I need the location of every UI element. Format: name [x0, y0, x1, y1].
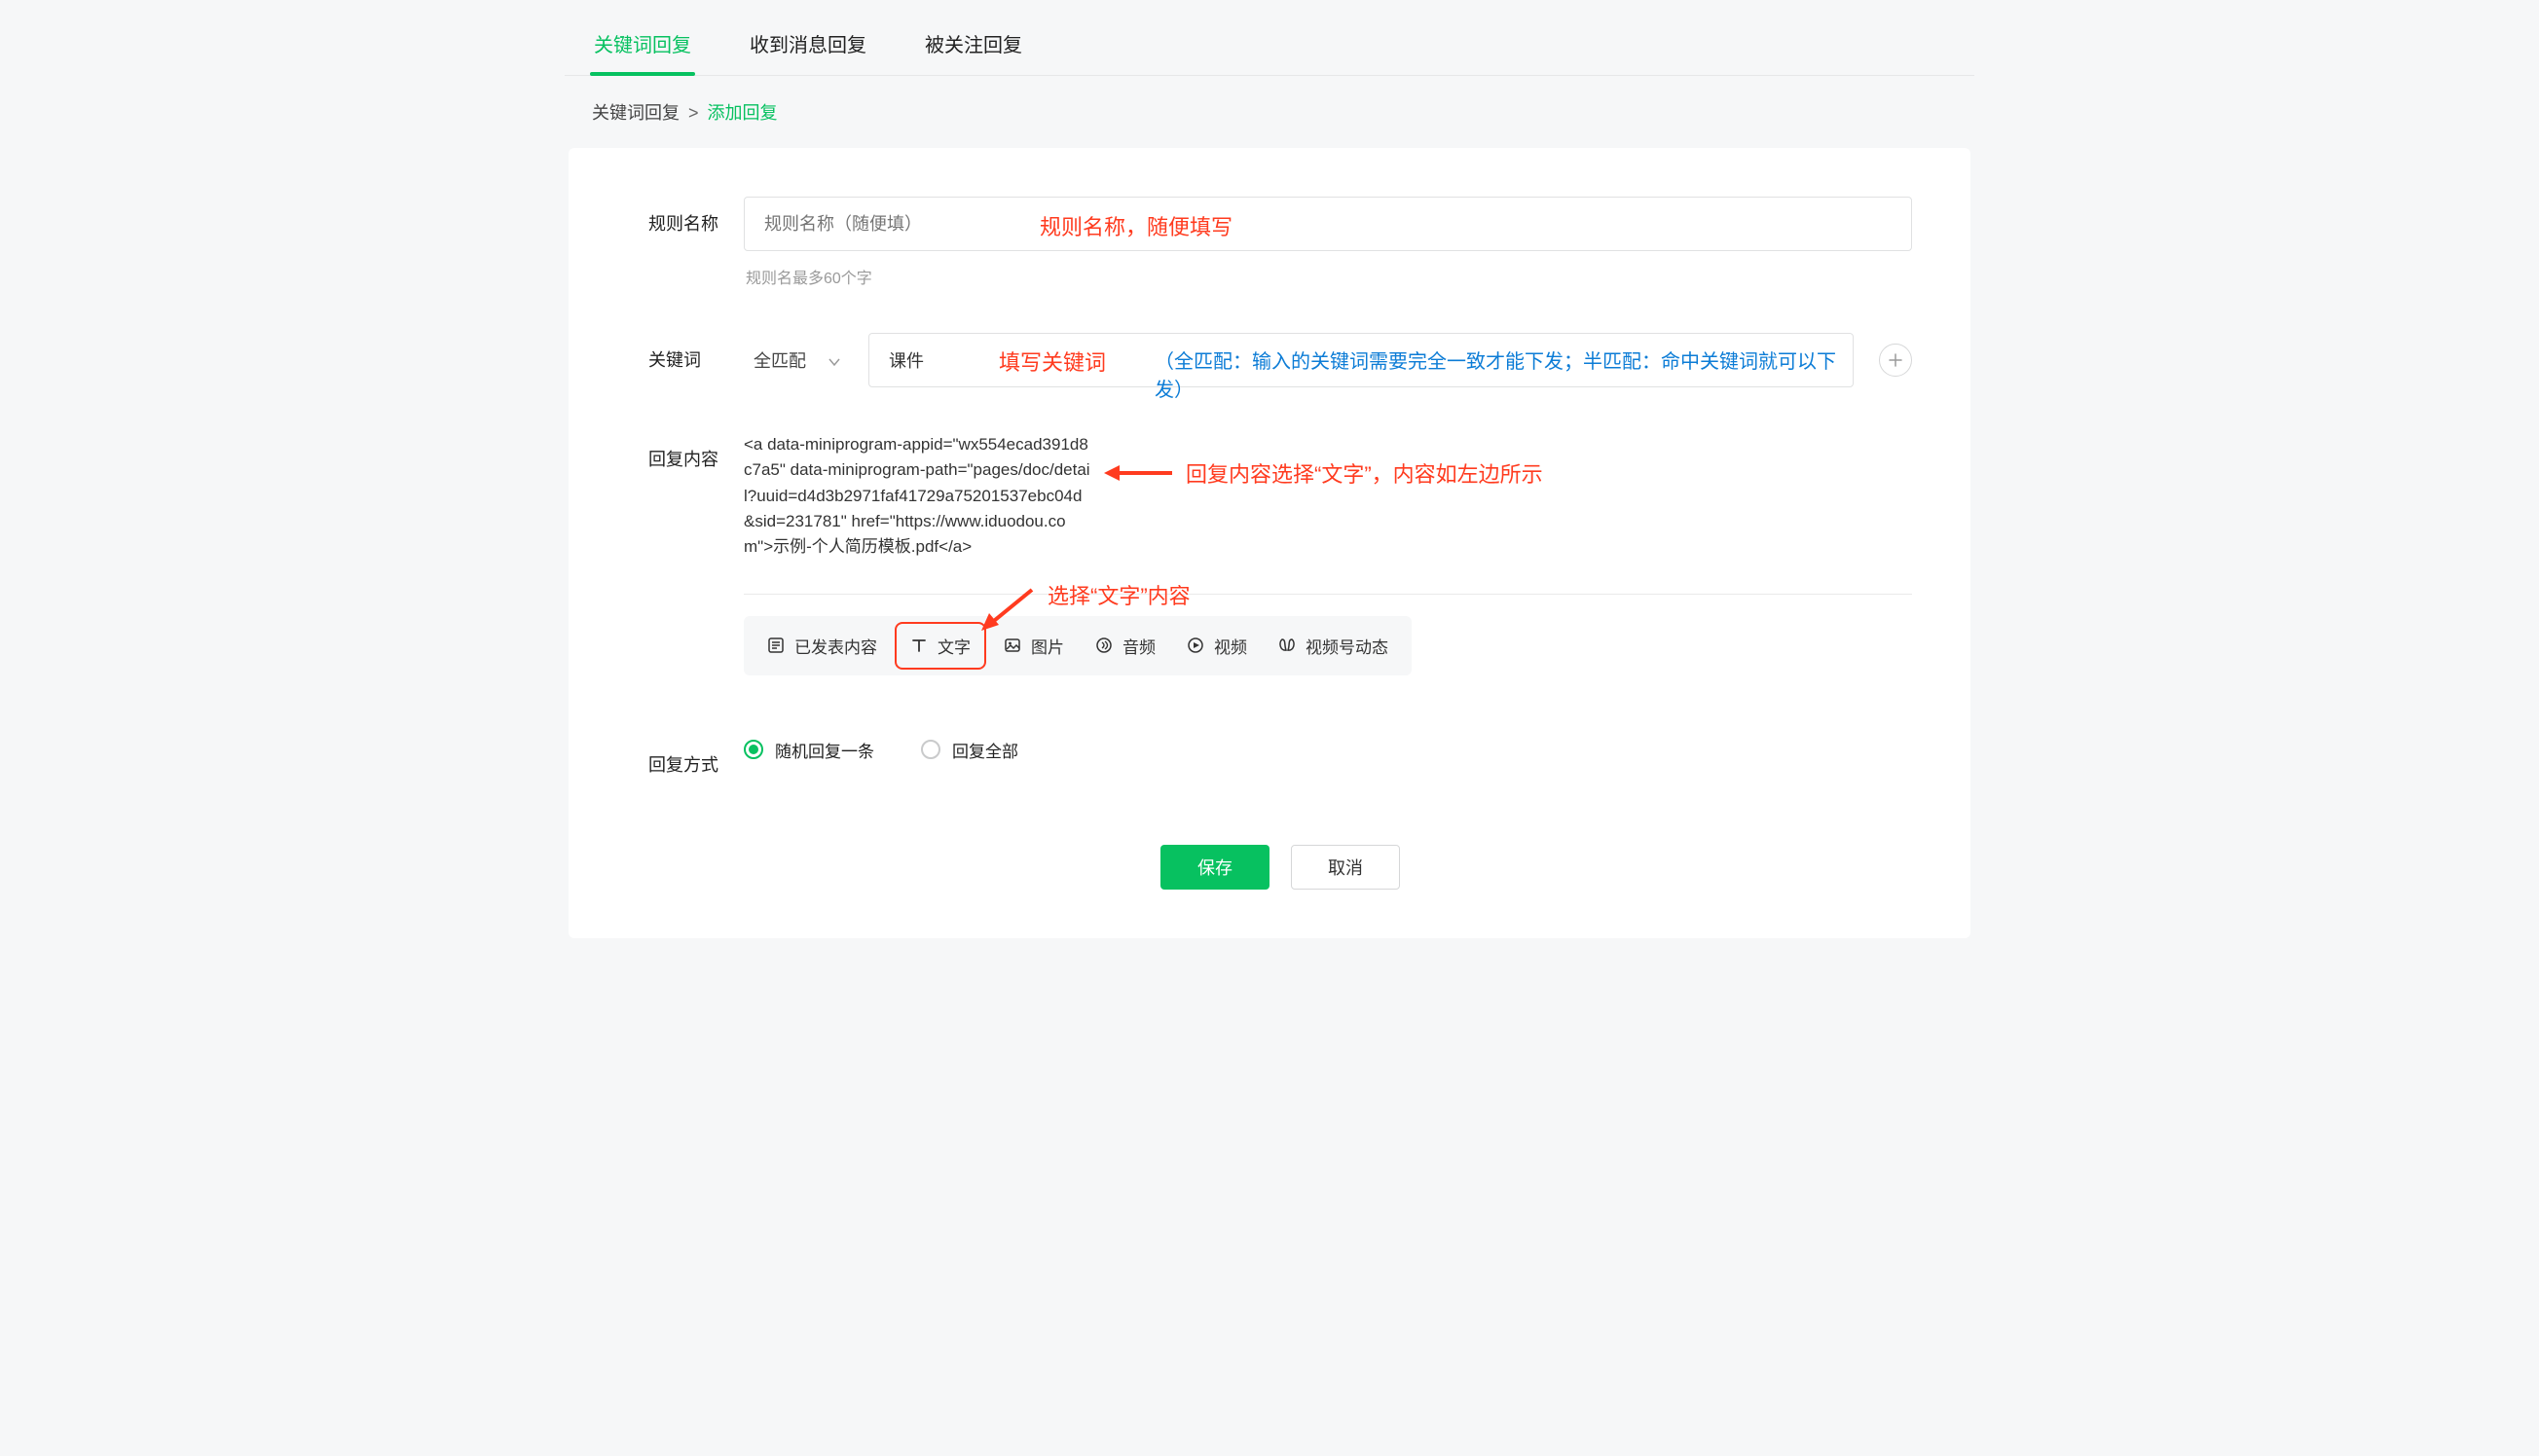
toolbar-item-label: 音频 — [1122, 634, 1156, 658]
cancel-button[interactable]: 取消 — [1291, 845, 1400, 890]
tab-label: 被关注回复 — [925, 35, 1022, 56]
match-mode-value: 全匹配 — [754, 347, 806, 373]
toolbar-item-label: 视频 — [1214, 634, 1247, 658]
form-card: 规则名称 规则名称，随便填写 规则名最多60个字 关键词 全匹配 — [569, 148, 1970, 938]
radio-dot-icon — [744, 740, 763, 759]
radio-label: 随机回复一条 — [775, 738, 874, 762]
add-keyword-button[interactable] — [1879, 344, 1912, 377]
radio-dot-icon — [921, 740, 940, 759]
radio-reply-all[interactable]: 回复全部 — [921, 738, 1018, 762]
toolbar-item-label: 视频号动态 — [1306, 634, 1388, 658]
tab-keyword-reply[interactable]: 关键词回复 — [592, 18, 693, 75]
tab-follow-reply[interactable]: 被关注回复 — [923, 18, 1024, 75]
radio-random-one[interactable]: 随机回复一条 — [744, 738, 874, 762]
arrow-diag-icon — [977, 584, 1036, 633]
rule-name-hint: 规则名最多60个字 — [746, 265, 1912, 288]
toolbar-item-channels[interactable]: 视频号动态 — [1265, 624, 1402, 668]
breadcrumb-root[interactable]: 关键词回复 — [592, 103, 680, 123]
keyword-input[interactable] — [868, 333, 1854, 387]
annotation-content-text: 回复内容选择“文字”，内容如左边所示 — [1186, 457, 1543, 489]
rule-name-input[interactable] — [744, 197, 1912, 251]
breadcrumb: 关键词回复 > 添加回复 — [565, 76, 1974, 148]
annotation-type-text: 选择“文字”内容 — [1048, 579, 1191, 610]
button-label: 保存 — [1197, 855, 1233, 880]
annotation-type-arrow-wrap: 选择“文字”内容 — [977, 584, 1191, 633]
audio-icon — [1095, 637, 1113, 654]
image-icon — [1004, 637, 1021, 654]
tab-label: 收到消息回复 — [750, 35, 866, 56]
keyword-label: 关键词 — [648, 333, 744, 372]
chevron-down-icon — [828, 353, 841, 367]
toolbar-item-text[interactable]: 文字 — [895, 622, 986, 670]
arrow-left-icon — [1104, 461, 1172, 485]
annotation-content-arrow-wrap: 回复内容选择“文字”，内容如左边所示 — [1104, 457, 1543, 489]
reply-content-text[interactable]: <a data-miniprogram-appid="wx554ecad391d… — [744, 432, 1090, 561]
toolbar-item-label: 图片 — [1031, 634, 1064, 658]
radio-label: 回复全部 — [952, 738, 1018, 762]
divider — [744, 594, 1912, 595]
reply-mode-label: 回复方式 — [648, 738, 744, 777]
form-actions: 保存 取消 — [648, 845, 1912, 890]
button-label: 取消 — [1328, 855, 1363, 880]
breadcrumb-sep: > — [688, 103, 699, 123]
save-button[interactable]: 保存 — [1160, 845, 1270, 890]
match-mode-select[interactable]: 全匹配 — [744, 334, 851, 386]
plus-icon — [1889, 353, 1902, 367]
top-tabs: 关键词回复 收到消息回复 被关注回复 — [565, 0, 1974, 76]
tab-label: 关键词回复 — [594, 35, 691, 56]
rule-name-label: 规则名称 — [648, 197, 744, 236]
toolbar-item-published[interactable]: 已发表内容 — [754, 624, 891, 668]
toolbar-item-label: 已发表内容 — [794, 634, 877, 658]
breadcrumb-current: 添加回复 — [708, 103, 778, 123]
toolbar-item-label: 文字 — [938, 634, 971, 658]
tab-message-reply[interactable]: 收到消息回复 — [748, 18, 868, 75]
reply-content-label: 回复内容 — [648, 432, 744, 471]
doc-list-icon — [767, 637, 785, 654]
text-icon — [910, 637, 928, 654]
video-icon — [1187, 637, 1204, 654]
channels-icon — [1278, 637, 1296, 654]
